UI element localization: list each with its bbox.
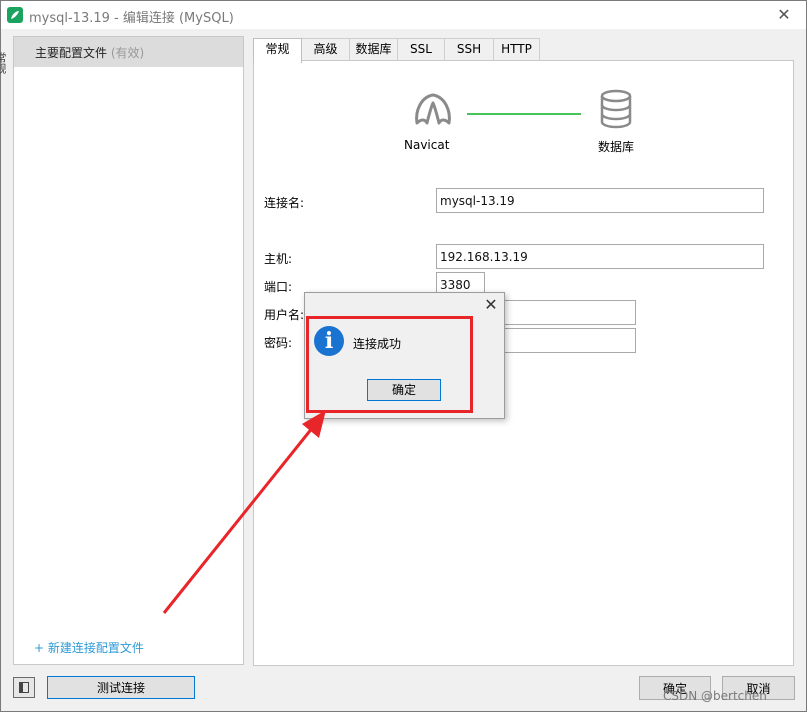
tab-databases[interactable]: 数据库 [349,38,398,61]
dialog-ok-button[interactable]: 确定 [367,379,441,401]
password-label: 密码: [264,336,293,350]
connection-success-dialog: ✕ i 连接成功 确定 [304,292,505,419]
database-icon [599,89,633,129]
title-bar: mysql-13.19 - 编辑连接 (MySQL) ✕ [1,1,806,29]
tab-ssh[interactable]: SSH [444,38,494,61]
sidebar-toggle-button[interactable] [13,677,35,698]
port-label: 端口: [264,280,293,294]
left-edge-label: 常规 [0,52,7,74]
tab-ssl[interactable]: SSL [397,38,445,61]
username-label: 用户名: [264,308,305,322]
dialog-close-icon[interactable]: ✕ [481,295,501,315]
host-label: 主机: [264,252,293,266]
navicat-label: Navicat [404,138,450,152]
profile-sidebar: 主要配置文件 (有效) + 新建连接配置文件 [13,36,244,665]
window-close-icon[interactable]: ✕ [773,5,795,25]
host-input[interactable] [436,244,764,269]
profile-label: 主要配置文件 (有效) [35,44,144,61]
connection-name-input[interactable] [436,188,764,213]
connection-name-label: 连接名: [264,196,305,210]
navicat-app-icon [7,7,23,23]
profile-item-main[interactable]: 主要配置文件 (有效) [14,37,243,67]
sidebar-toggle-icon [19,682,29,693]
tab-http[interactable]: HTTP [493,38,540,61]
database-label: 数据库 [598,140,635,154]
profile-name: 主要配置文件 [35,46,108,60]
new-profile-link[interactable]: + 新建连接配置文件 [34,639,144,656]
window-title: mysql-13.19 - 编辑连接 (MySQL) [29,11,234,26]
connection-line [467,113,581,115]
navicat-logo-icon [411,89,455,129]
tab-advanced[interactable]: 高级 [301,38,350,61]
dialog-message: 连接成功 [353,337,402,351]
profile-status: (有效) [110,46,145,60]
info-icon: i [314,326,344,356]
tab-general[interactable]: 常规 [253,38,302,63]
test-connection-button[interactable]: 测试连接 [47,676,195,699]
watermark: CSDN @bertchen [663,689,767,703]
